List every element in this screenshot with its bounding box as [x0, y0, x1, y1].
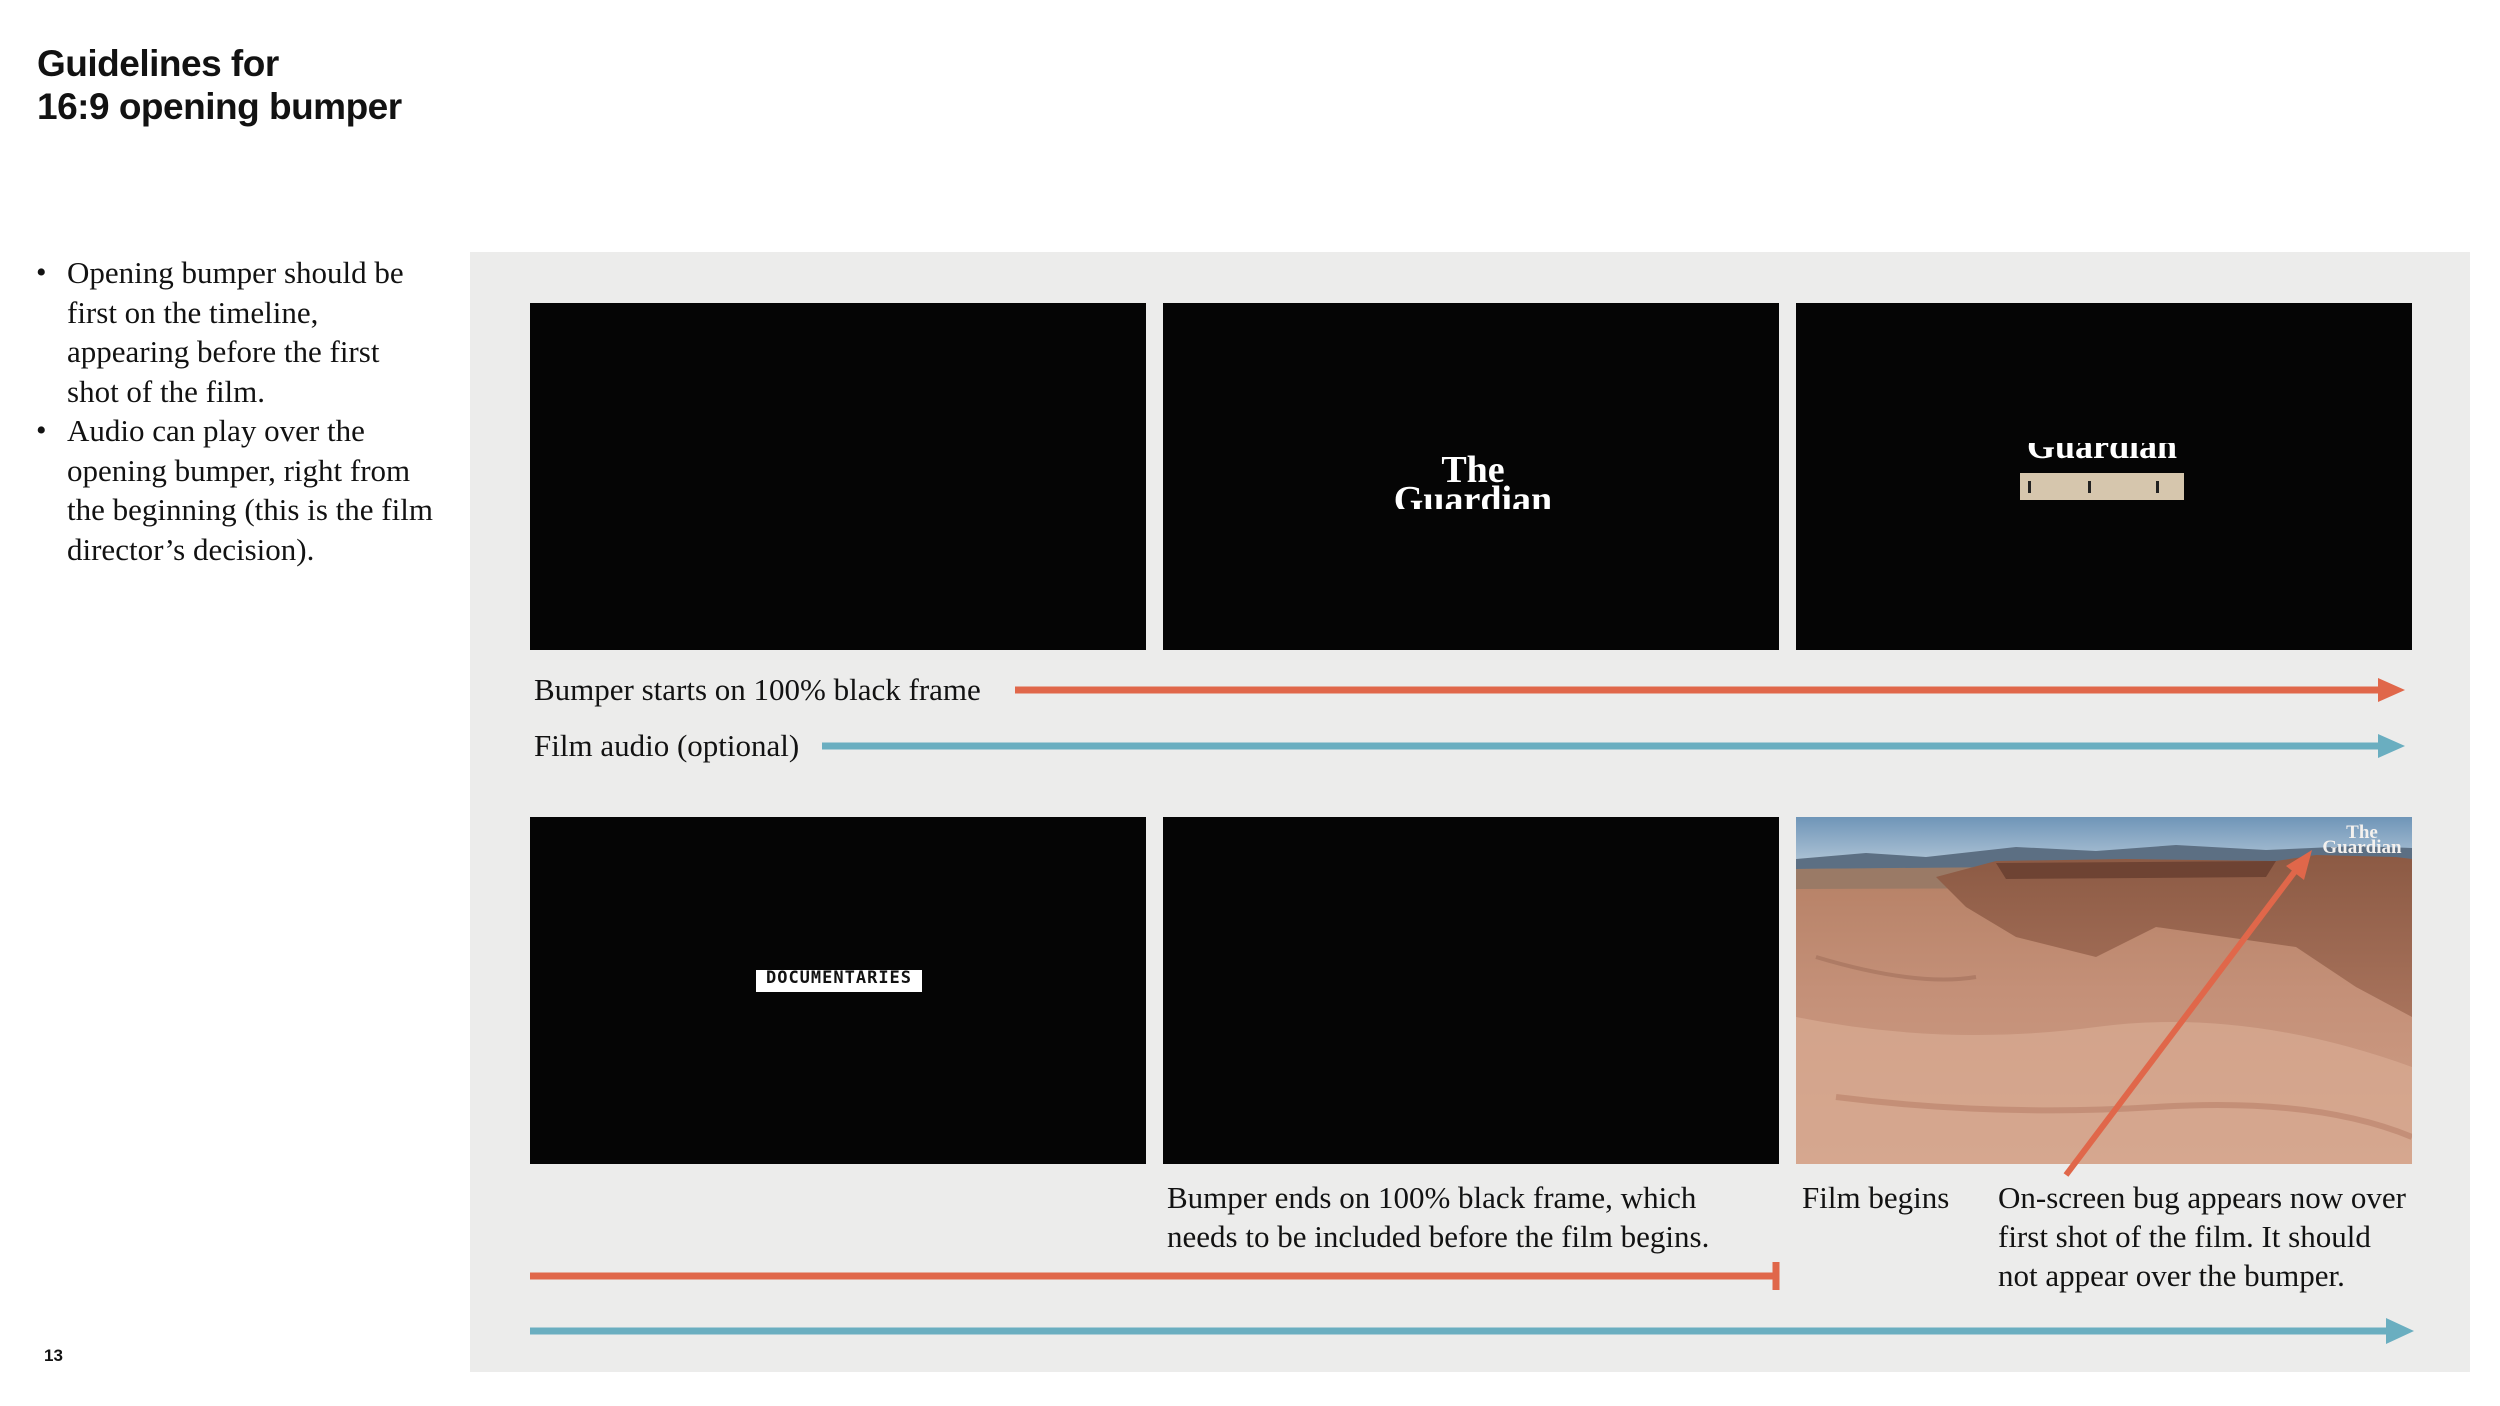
guideline-item: Opening bumper should be first on the ti…: [36, 253, 436, 411]
caption-bug-2: first shot of the film. It should: [1998, 1219, 2371, 1254]
guardian-logo-cropped: Guardian: [2020, 443, 2184, 463]
desert-landscape-image: [1796, 817, 2412, 1164]
caption-bumper-end-2: needs to be included before the film beg…: [1167, 1219, 1710, 1254]
title-line-1: Guidelines for: [37, 43, 279, 84]
caption-film-begins: Film begins: [1802, 1180, 1950, 1215]
title-line-2: 16:9 opening bumper: [37, 86, 402, 127]
page-number: 13: [44, 1346, 63, 1365]
caption-bug-1: On-screen bug appears now over: [1998, 1180, 2407, 1215]
frame-guardian-transition: Guardian: [1796, 303, 2412, 650]
logo-line-guardian: Guardian: [1393, 479, 1553, 509]
guideline-list: Opening bumper should be first on the ti…: [36, 253, 436, 569]
documentaries-label-box: DOCUMENTARIES: [756, 970, 922, 992]
caption-film-audio: Film audio (optional): [534, 728, 800, 763]
caption-bumper-end-1: Bumper ends on 100% black frame, which: [1167, 1180, 1697, 1215]
caption-bug-3: not appear over the bumper.: [1998, 1258, 2345, 1293]
frame-black-start: [530, 303, 1146, 650]
guardian-logo: The Guardian: [1383, 453, 1563, 509]
frame-black-end: [1163, 817, 1779, 1164]
documentaries-label: DOCUMENTARIES: [765, 970, 913, 988]
bug-line-guardian: Guardian: [2322, 837, 2402, 858]
frame-film-first-shot: The Guardian: [1796, 817, 2412, 1164]
frame-guardian-logo: The Guardian: [1163, 303, 1779, 650]
caption-bumper-start: Bumper starts on 100% black frame: [534, 672, 981, 707]
page-title: Guidelines for 16:9 opening bumper: [37, 42, 537, 128]
guideline-item: Audio can play over the opening bumper, …: [36, 411, 436, 569]
film-strip-graphic: [2020, 473, 2184, 500]
logo-cropped-text: Guardian: [2026, 443, 2178, 463]
frame-documentaries: DOCUMENTARIES: [530, 817, 1146, 1164]
